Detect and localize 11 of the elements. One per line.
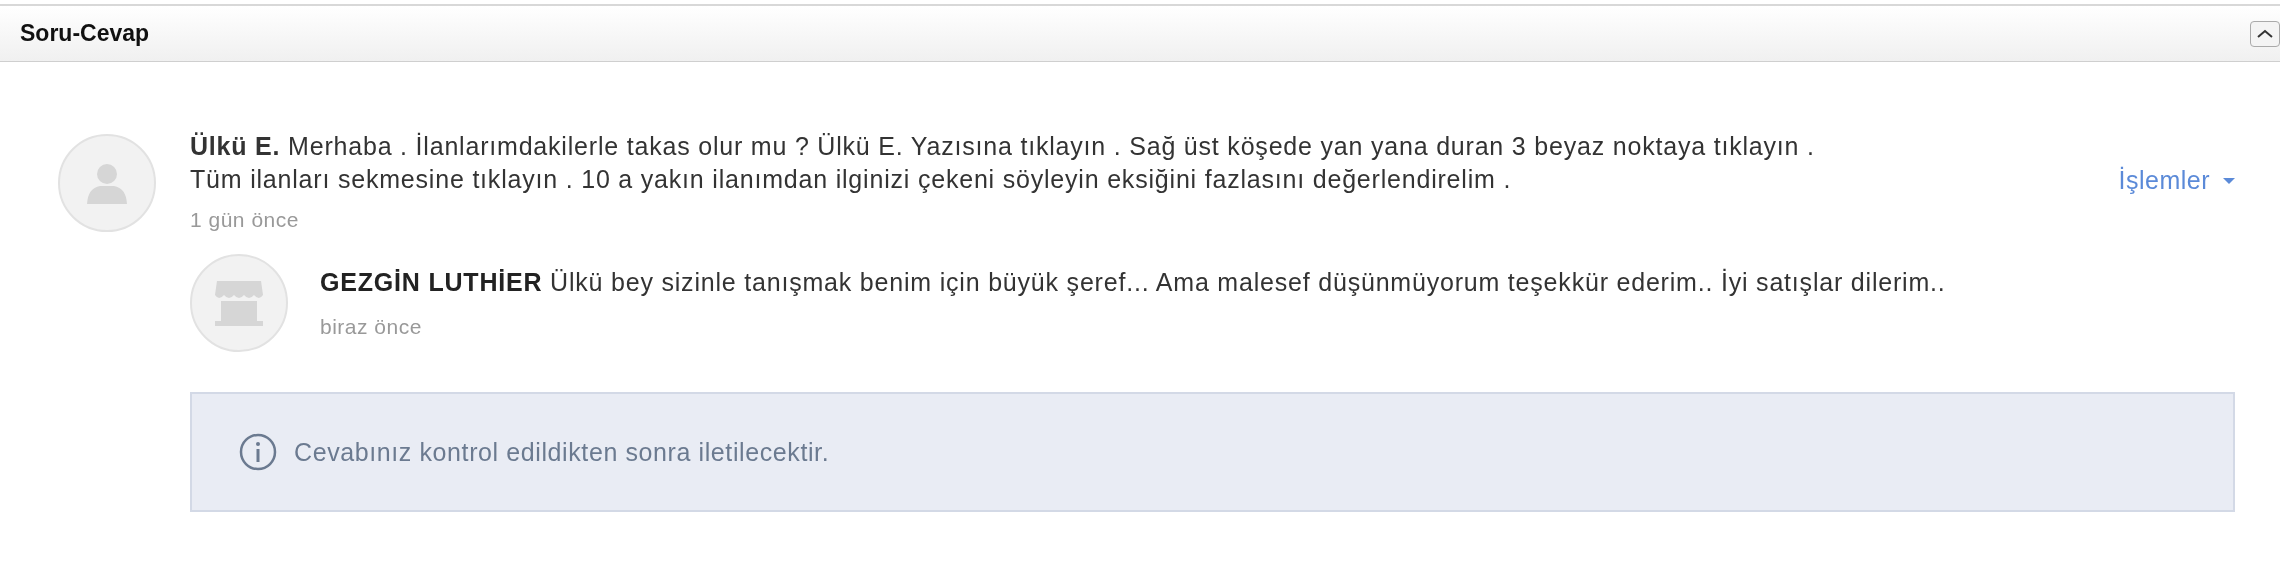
question-time: 1 gün önce [190,208,299,232]
answer-text: GEZGİN LUTHİER Ülkü bey sizinle tanışmak benim için büyük şeref... Ama malesef düşünmüyorum teşekkür ederim.. İyi satışlar dilerim.. [320,267,1946,298]
panel-title: Soru-Cevap [20,20,150,47]
answer-time: biraz önce [320,315,422,339]
actions-dropdown[interactable]: İşlemler [2114,166,2240,195]
caret-icon [2222,176,2236,185]
question-text: Ülkü E. Merhaba . İlanlarımdakilerle takas olur mu ? Ülkü E. Yazısına tıklayın . Sağ üst köşede yan yana duran 3 beyaz noktaya tıklayın . Tüm ilanları sekmesine tıklayın . 10 a yakın ilanımdan ilginizi çekeni söyleyin eksiğini fazlasını değerlendirelim . [190,131,1815,195]
collapse-button[interactable] [2250,20,2280,47]
notice-text: Cevabınız kontrol edildikten sonra iletilecektir. [294,437,830,467]
info-icon [238,432,278,472]
chevron-icon [2256,27,2274,40]
